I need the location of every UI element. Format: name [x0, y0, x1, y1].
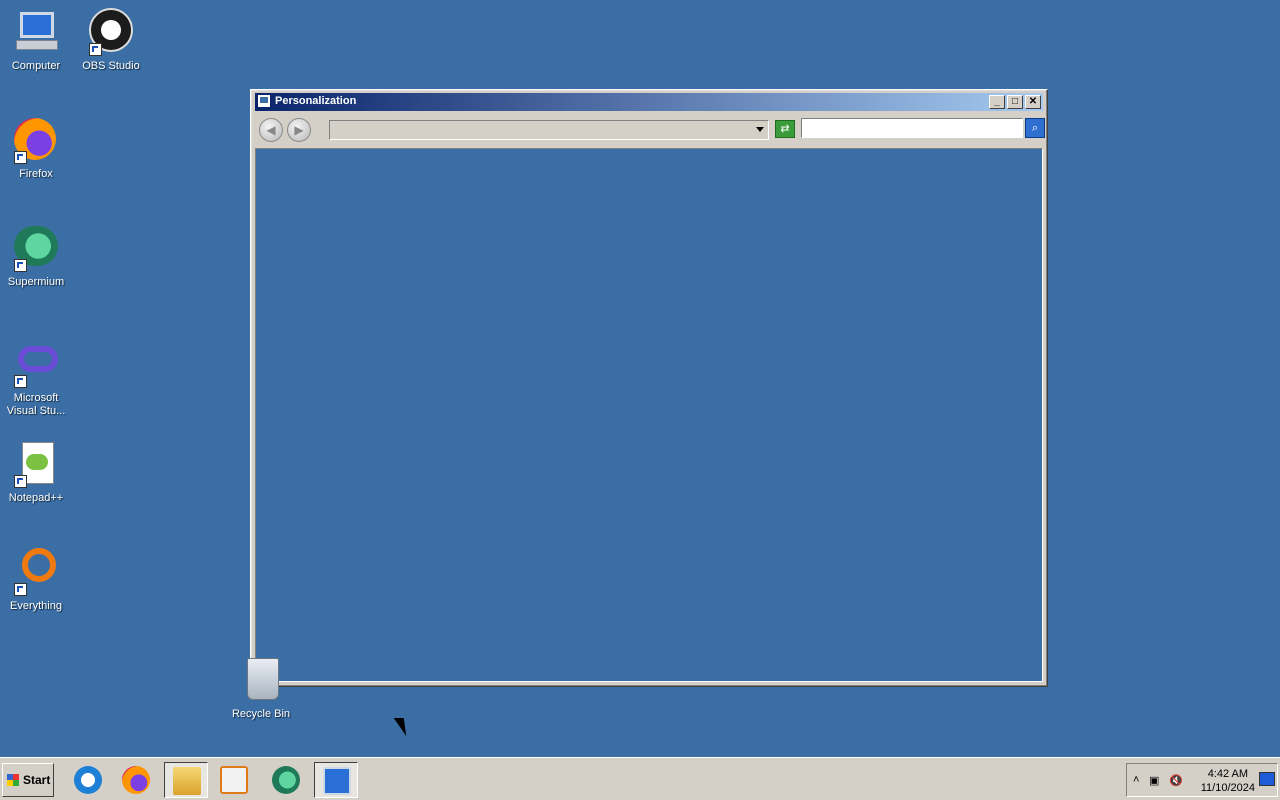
notepad-plus-plus-icon — [12, 440, 60, 488]
desktop-icon-notepad-plus-plus[interactable]: Notepad++ — [0, 440, 74, 505]
taskbar: Start ˄ ▣ 🔇 4:42 AM 11/10/2024 — [0, 757, 1280, 800]
clock-time: 4:42 AM — [1207, 768, 1249, 780]
icon-label: OBS Studio — [82, 60, 140, 72]
back-arrow-icon: ◀ — [266, 123, 276, 137]
window-title: Personalization — [275, 95, 357, 107]
desktop-icon-firefox[interactable]: Firefox — [0, 116, 74, 181]
desktop-icon-everything[interactable]: Everything — [0, 548, 74, 613]
shortcut-arrow-icon — [14, 151, 27, 164]
recycle-bin-icon — [237, 656, 285, 704]
show-desktop-icon[interactable] — [1259, 772, 1275, 786]
minimize-button[interactable]: _ — [989, 95, 1005, 109]
obs-studio-icon — [87, 8, 135, 56]
internet-explorer-icon — [74, 766, 102, 794]
system-tray: ˄ ▣ 🔇 4:42 AM 11/10/2024 — [1126, 763, 1278, 797]
media-player-icon — [220, 766, 248, 794]
control-panel-icon — [323, 767, 351, 795]
icon-label: Supermium — [7, 276, 65, 288]
close-button[interactable]: ✕ — [1025, 95, 1041, 109]
everything-search-icon — [12, 548, 60, 596]
icon-label: Recycle Bin — [231, 708, 291, 720]
file-explorer-icon — [173, 767, 201, 795]
desktop-icon-visual-studio[interactable]: Microsoft Visual Stu... — [0, 340, 74, 418]
taskbar-item-internet-explorer[interactable] — [66, 762, 110, 798]
volume-muted-icon[interactable]: 🔇 — [1169, 774, 1183, 787]
windows-logo-icon — [7, 774, 19, 786]
shortcut-arrow-icon — [89, 43, 102, 56]
search-button[interactable]: ⌕ — [1025, 118, 1045, 138]
taskbar-item-firefox[interactable] — [114, 762, 158, 798]
shortcut-arrow-icon — [14, 259, 27, 272]
search-input[interactable] — [801, 118, 1023, 138]
navigation-toolbar: ◀ ▶ ⇄ ⌕ — [255, 114, 1045, 142]
icon-label: Firefox — [19, 168, 53, 180]
forward-arrow-icon: ▶ — [294, 123, 304, 137]
maximize-button[interactable]: □ — [1007, 95, 1023, 109]
visual-studio-icon — [12, 340, 60, 388]
desktop-icon-supermium[interactable]: Supermium — [0, 224, 74, 289]
control-panel-icon — [257, 94, 271, 108]
personalization-window[interactable]: Personalization _ □ ✕ ◀ ▶ ⇄ ⌕ — [250, 89, 1048, 687]
taskbar-item-media-player[interactable] — [212, 762, 256, 798]
desktop-icon-computer[interactable]: Computer — [0, 8, 74, 73]
shortcut-arrow-icon — [14, 583, 27, 596]
firefox-icon — [122, 766, 150, 794]
computer-icon — [12, 8, 60, 56]
address-bar[interactable] — [329, 120, 769, 140]
start-label: Start — [23, 773, 51, 787]
search-icon: ⌕ — [1031, 122, 1039, 134]
window-content-area — [255, 148, 1043, 682]
supermium-icon — [272, 766, 300, 794]
show-hidden-icons-chevron-icon[interactable]: ˄ — [1133, 774, 1139, 786]
clock-date: 11/10/2024 — [1200, 782, 1255, 794]
back-button[interactable]: ◀ — [259, 118, 283, 142]
shortcut-arrow-icon — [14, 375, 27, 388]
forward-button[interactable]: ▶ — [287, 118, 311, 142]
icon-label: Computer — [11, 60, 61, 72]
taskbar-item-supermium[interactable] — [264, 762, 308, 798]
taskbar-item-file-explorer[interactable] — [164, 762, 208, 798]
firefox-icon — [12, 116, 60, 164]
desktop-icon-recycle-bin[interactable]: Recycle Bin — [223, 656, 299, 721]
refresh-button[interactable]: ⇄ — [775, 120, 795, 138]
start-button[interactable]: Start — [2, 763, 54, 797]
icon-label: Microsoft Visual Stu... — [6, 392, 66, 417]
icon-label: Everything — [10, 600, 62, 612]
network-icon[interactable]: ▣ — [1149, 774, 1159, 787]
mouse-cursor-icon — [393, 718, 407, 736]
window-titlebar[interactable]: Personalization _ □ ✕ — [255, 93, 1043, 111]
supermium-icon — [12, 224, 60, 272]
icon-label: Notepad++ — [8, 492, 64, 504]
desktop-icon-obs-studio[interactable]: OBS Studio — [73, 8, 149, 73]
refresh-icon: ⇄ — [780, 123, 790, 135]
shortcut-arrow-icon — [14, 475, 27, 488]
dropdown-arrow-icon[interactable] — [756, 127, 764, 132]
taskbar-item-control-panel[interactable] — [314, 762, 358, 798]
clock[interactable]: 4:42 AM 11/10/2024 — [1201, 767, 1255, 795]
